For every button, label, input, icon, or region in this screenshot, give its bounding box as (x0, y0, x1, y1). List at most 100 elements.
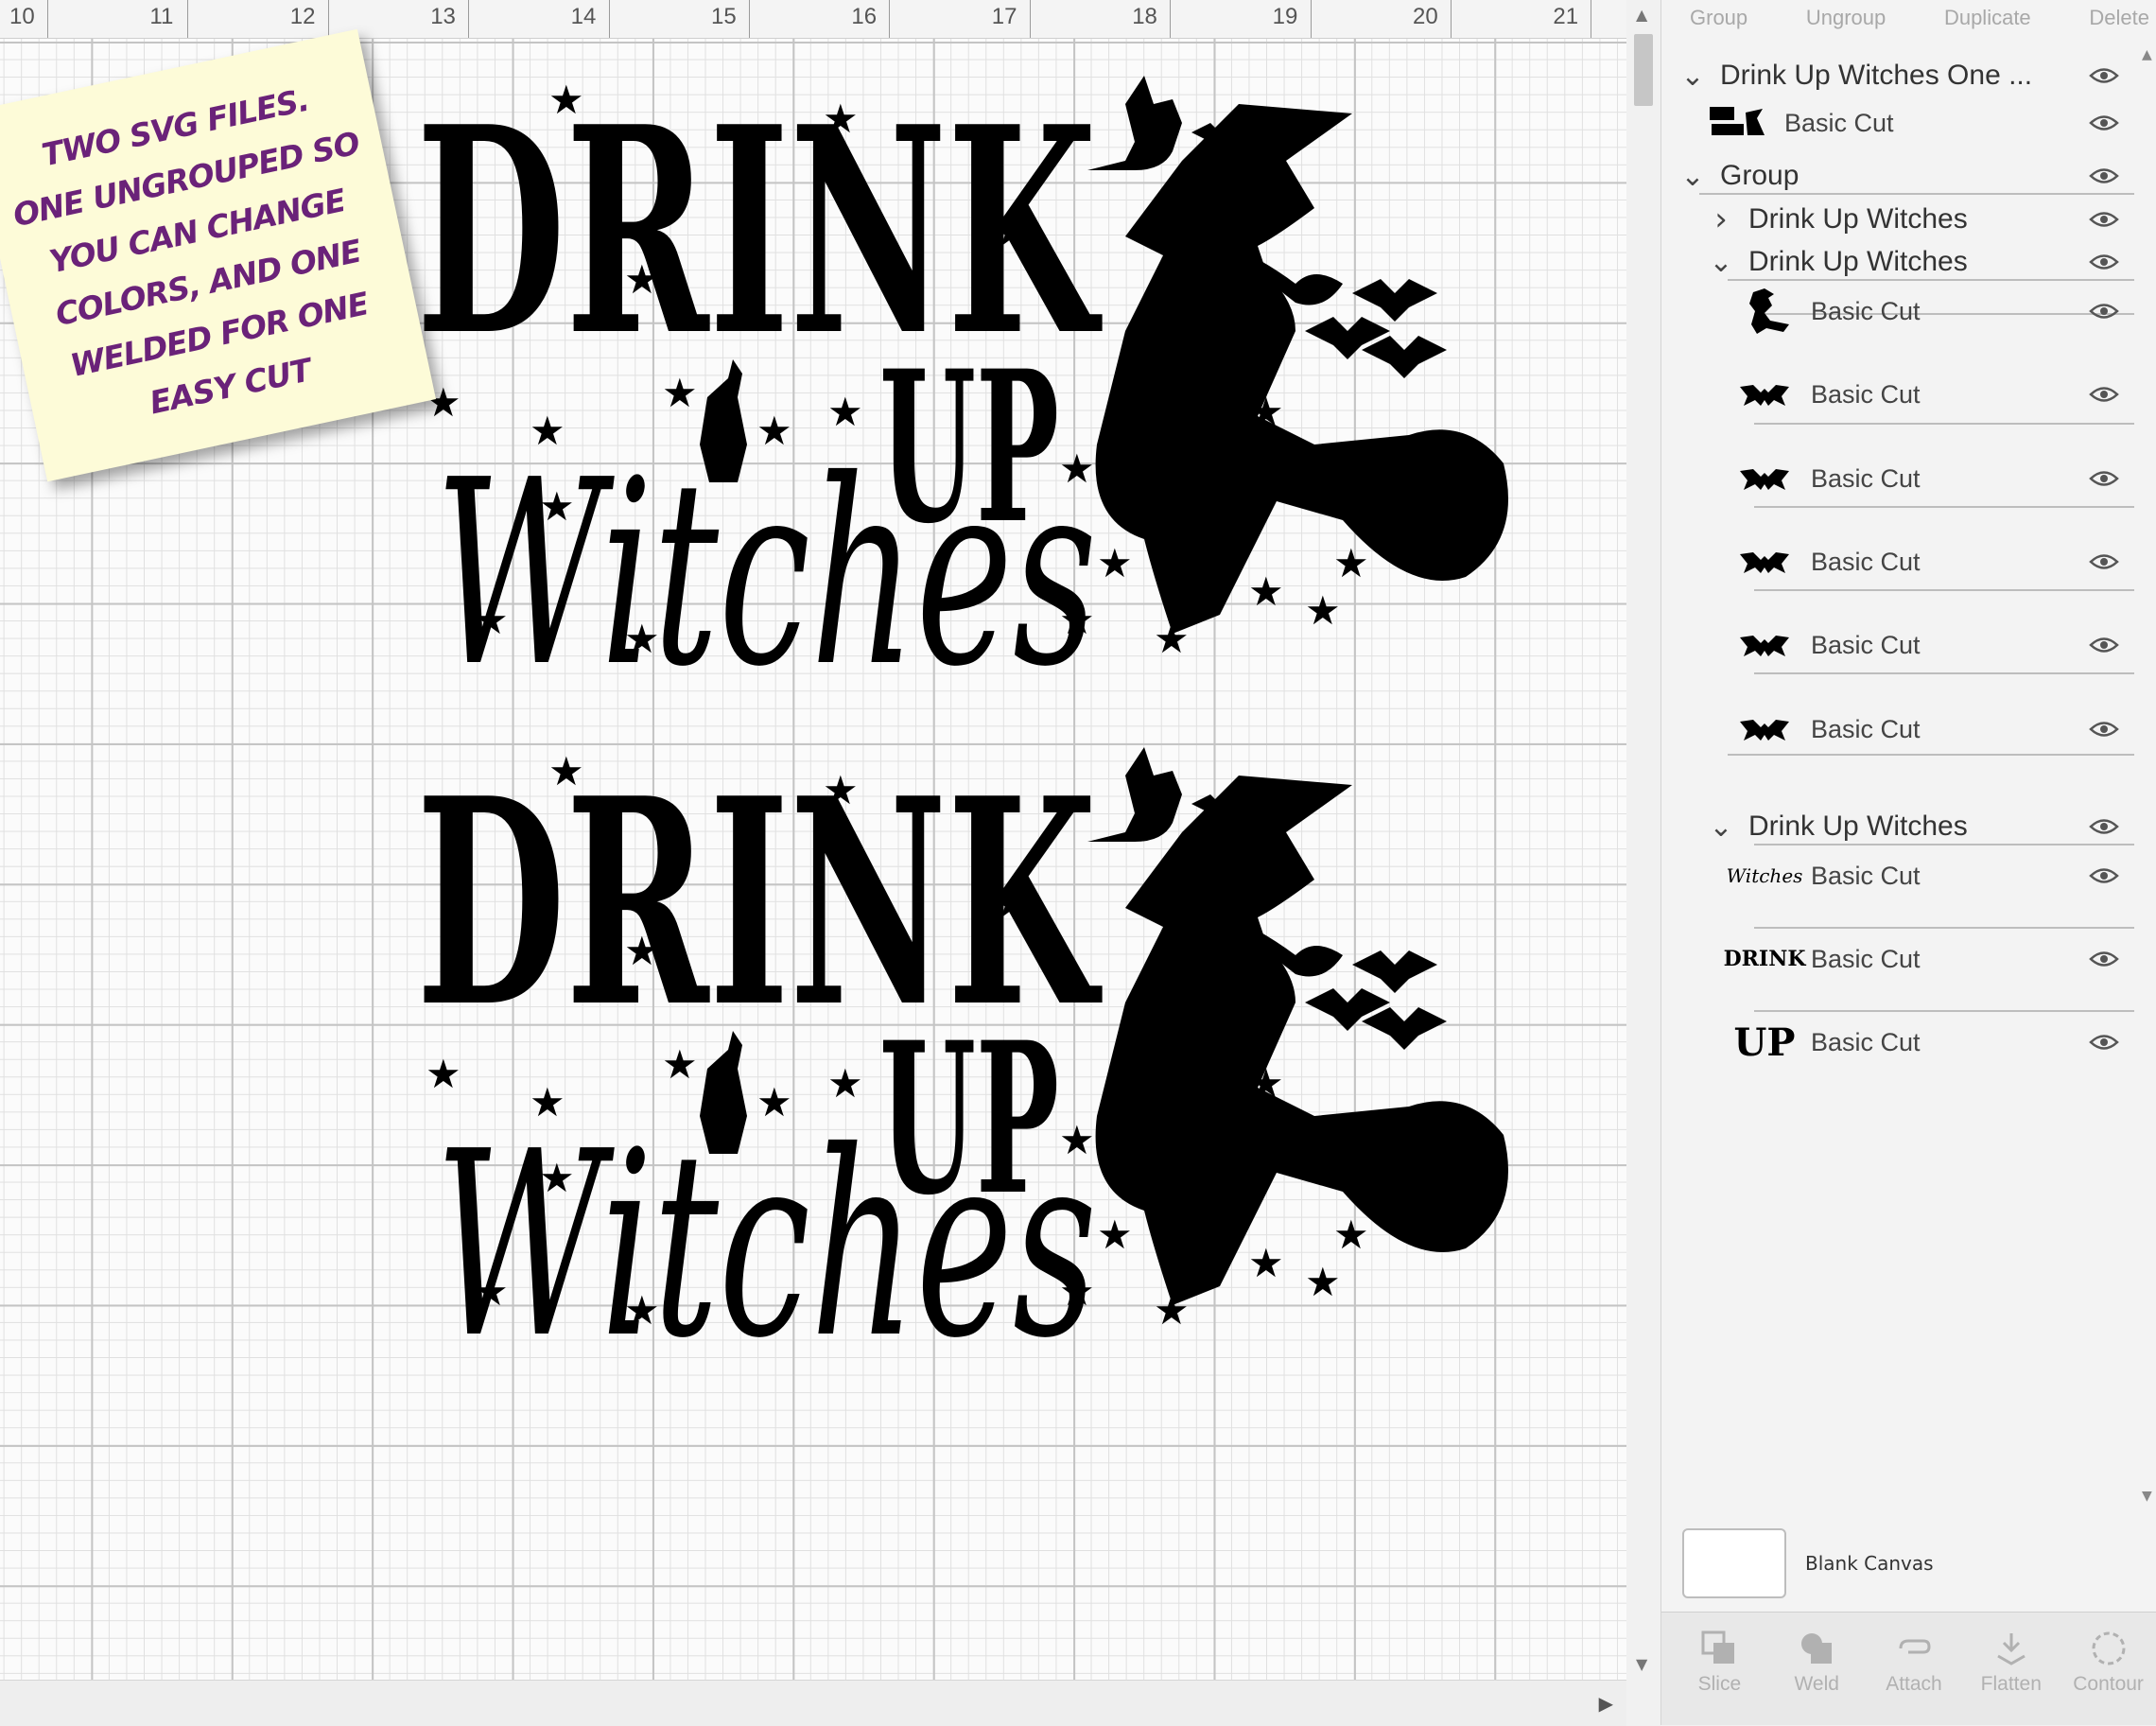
blank-canvas-swatch[interactable] (1682, 1528, 1786, 1598)
thumbnail-text: Witches (1726, 864, 1803, 887)
layer-group-row[interactable]: ⌄ Drink Up Witches (1709, 798, 2134, 855)
svg-text:★: ★ (1248, 568, 1284, 615)
witch-thumbnail (1735, 287, 1794, 336)
svg-text:★: ★ (1059, 1268, 1095, 1315)
ruler-tick (468, 0, 470, 38)
layer-item-row[interactable]: Basic Cut (1735, 533, 2134, 590)
witches-text-thumbnail: Witches (1727, 851, 1803, 900)
eye-icon[interactable] (2089, 468, 2119, 489)
layer-label: Basic Cut (1811, 547, 1921, 576)
eye-icon[interactable] (2089, 65, 2119, 86)
layer-item-row[interactable]: Basic Cut (1735, 617, 2134, 673)
svg-text:★: ★ (1191, 1174, 1227, 1220)
scroll-down-icon[interactable]: ▼ (2142, 1489, 2152, 1504)
bat-thumbnail (1735, 454, 1794, 503)
chevron-down-icon[interactable]: ⌄ (1709, 246, 1733, 279)
layer-divider (1754, 927, 2134, 929)
combined-thumbnail (1709, 98, 1767, 148)
scroll-up-icon[interactable]: ▲ (2142, 47, 2152, 62)
eye-icon[interactable] (2089, 166, 2119, 186)
svg-text:★: ★ (1191, 502, 1227, 549)
svg-text:★: ★ (662, 1041, 698, 1088)
group-button[interactable]: Group (1690, 6, 1747, 30)
svg-text:★: ★ (473, 1268, 509, 1315)
witches-text: Witches (435, 1096, 1097, 1394)
layer-item-row[interactable]: Basic Cut (1735, 366, 2134, 423)
eye-icon[interactable] (2089, 301, 2119, 322)
scroll-up-icon[interactable]: ▲ (1636, 6, 1647, 24)
ruler-label: 19 (1272, 4, 1298, 29)
svg-text:★: ★ (1097, 1212, 1133, 1258)
svg-text:★: ★ (823, 96, 859, 142)
eye-icon[interactable] (2089, 816, 2119, 837)
layer-label: Basic Cut (1811, 463, 1921, 493)
chevron-down-icon[interactable]: ⌄ (1680, 60, 1705, 93)
layer-item-row[interactable]: Basic Cut (1735, 283, 2134, 340)
svg-text:★: ★ (624, 928, 660, 974)
scrollbar-thumb[interactable] (1634, 34, 1653, 106)
flatten-icon (1997, 1633, 2026, 1665)
flatten-button[interactable]: Flatten (1964, 1613, 2059, 1725)
svg-text:★: ★ (1286, 1136, 1322, 1182)
chevron-down-icon[interactable]: ⌄ (1709, 811, 1733, 844)
duplicate-button[interactable]: Duplicate (1944, 6, 2031, 30)
bat-thumbnail (1735, 537, 1794, 586)
weld-button[interactable]: Weld (1769, 1613, 1864, 1725)
canvas-vertical-scrollbar[interactable]: ▲ ▼ (1626, 0, 1660, 1680)
layer-label: Drink Up Witches (1748, 811, 1968, 842)
layer-item-row[interactable]: DRINK Basic Cut (1724, 931, 2134, 987)
horizontal-ruler: 10 11 12 13 14 15 16 17 18 19 20 21 (0, 0, 1626, 39)
attach-button[interactable]: Attach (1867, 1613, 1961, 1725)
canvas-horizontal-scrollbar[interactable]: ▶ (0, 1680, 1626, 1726)
eye-icon[interactable] (2089, 1032, 2119, 1053)
paperclip-icon (1899, 1639, 1931, 1654)
design-canvas[interactable]: 10 11 12 13 14 15 16 17 18 19 20 21 DRINK UP Witche… (0, 0, 1626, 1680)
bat-thumbnail (1735, 370, 1794, 419)
eye-icon[interactable] (2089, 384, 2119, 405)
layer-item-row[interactable]: Basic Cut (1735, 450, 2134, 507)
design-welded[interactable]: DRINK UP Witches ★ ★ ★ ★ ★ ★ ★ ★ ★ ★ ★ ★… (407, 719, 1560, 1400)
scroll-right-icon[interactable]: ▶ (1599, 1692, 1613, 1715)
svg-text:★: ★ (1333, 540, 1369, 586)
layer-item-row[interactable]: Basic Cut (1709, 95, 2134, 151)
svg-text:★: ★ (1097, 540, 1133, 586)
eye-icon[interactable] (2089, 209, 2119, 230)
scroll-down-icon[interactable]: ▼ (1636, 1655, 1647, 1673)
layer-item-row[interactable]: Witches Basic Cut (1727, 847, 2134, 904)
witch-on-broom-silhouette (1087, 76, 1508, 634)
eye-icon[interactable] (2089, 865, 2119, 886)
layer-label: Drink Up Witches One ... (1720, 60, 2033, 91)
eye-icon[interactable] (2089, 635, 2119, 655)
eye-icon[interactable] (2089, 719, 2119, 740)
ruler-tick (749, 0, 750, 38)
layer-label: Basic Cut (1784, 108, 1894, 137)
up-text-thumbnail: UP (1734, 1018, 1796, 1067)
svg-text:★: ★ (548, 748, 584, 794)
slice-button[interactable]: Slice (1672, 1613, 1766, 1725)
layer-divider (1754, 423, 2134, 425)
eye-icon[interactable] (2089, 252, 2119, 272)
layer-item-row[interactable]: UP Basic Cut (1734, 1014, 2134, 1071)
delete-button[interactable]: Delete (2089, 6, 2149, 30)
layers-scrollbar[interactable]: ▲ ▼ (2142, 47, 2156, 1504)
ruler-label: 13 (430, 4, 456, 29)
layer-group-row[interactable]: ⌄ Drink Up Witches (1709, 234, 2134, 290)
contour-icon (2092, 1631, 2126, 1665)
blank-canvas-layer[interactable]: Blank Canvas (1682, 1526, 2127, 1600)
flatten-label: Flatten (1980, 1673, 2042, 1695)
ruler-label: 20 (1413, 4, 1438, 29)
weld-label: Weld (1794, 1673, 1839, 1695)
layer-item-row[interactable]: Basic Cut (1735, 701, 2134, 758)
ungroup-button[interactable]: Ungroup (1806, 6, 1886, 30)
contour-label: Contour (2073, 1673, 2144, 1695)
witches-text: Witches (435, 425, 1097, 723)
contour-button[interactable]: Contour (2061, 1613, 2156, 1725)
chevron-down-icon[interactable]: ⌄ (1680, 160, 1705, 193)
eye-icon[interactable] (2089, 551, 2119, 572)
design-ungrouped[interactable]: DRINK UP Witches ★ ★ ★ ★ ★ ★ ★ ★ ★ ★ ★ ★… (407, 47, 1560, 728)
layer-label: Basic Cut (1811, 944, 1921, 973)
eye-icon[interactable] (2089, 949, 2119, 969)
eye-icon[interactable] (2089, 113, 2119, 133)
chevron-right-icon[interactable]: › (1709, 200, 1733, 238)
drink-text-thumbnail: DRINK (1724, 934, 1806, 984)
